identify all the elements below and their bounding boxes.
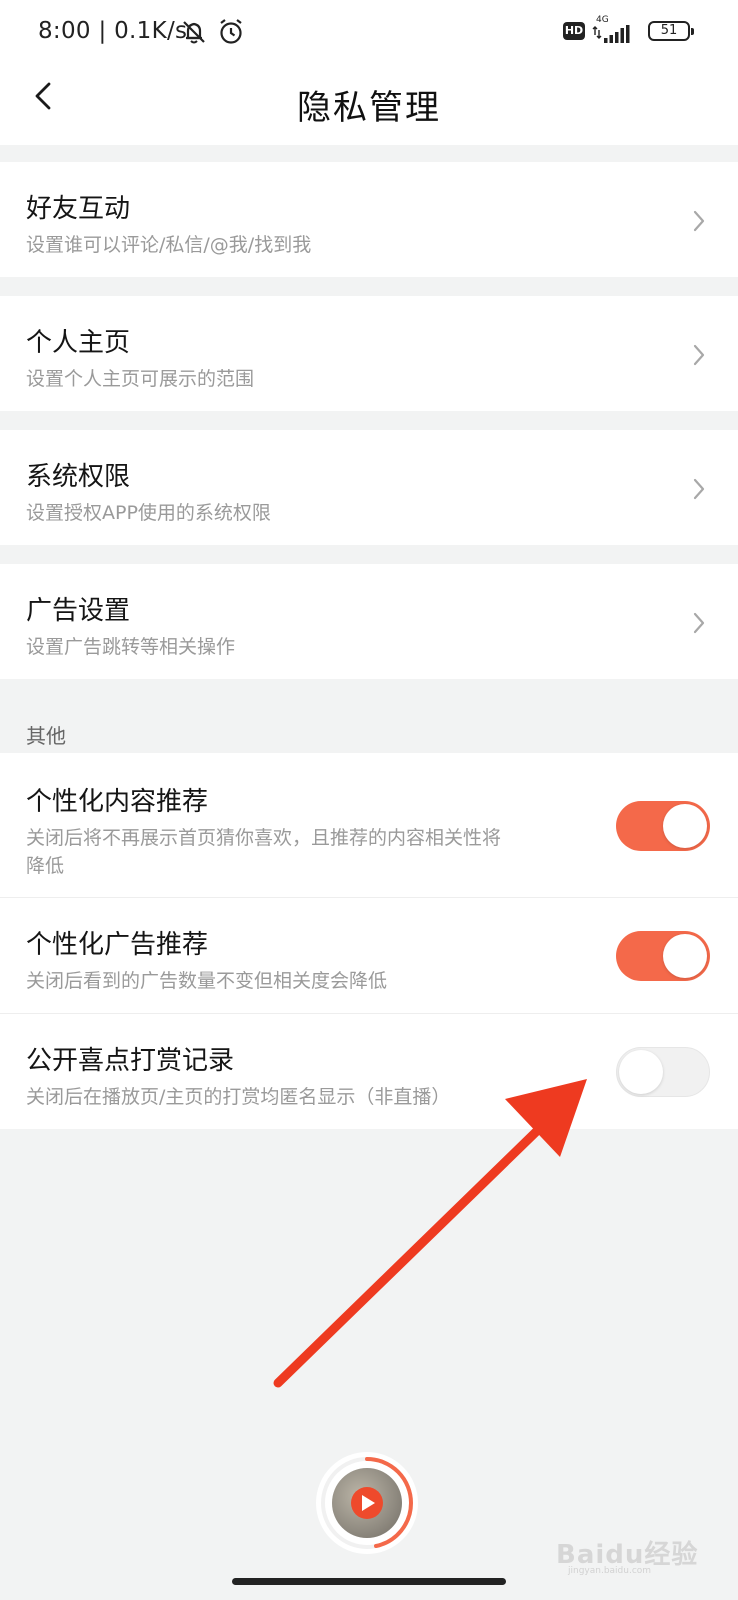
play-icon — [351, 1487, 383, 1519]
public-tip-records-toggle[interactable] — [616, 1047, 710, 1097]
setting-subtitle: 关闭后看到的广告数量不变但相关度会降低 — [26, 970, 388, 992]
setting-title: 个性化内容推荐 — [26, 787, 209, 817]
menu-item-title: 系统权限 — [26, 462, 131, 492]
menu-item-title: 广告设置 — [26, 596, 131, 626]
chevron-right-icon — [693, 612, 705, 634]
setting-title: 公开喜点打赏记录 — [26, 1046, 235, 1076]
setting-personalized-content: 个性化内容推荐 关闭后将不再展示首页猜你喜欢，且推荐的内容相关性将 降低 — [0, 753, 738, 897]
toggle-knob — [619, 1050, 663, 1094]
setting-subtitle-line2: 降低 — [26, 855, 65, 877]
chevron-right-icon — [693, 344, 705, 366]
menu-item-subtitle: 设置谁可以评论/私信/@我/找到我 — [26, 234, 312, 256]
setting-subtitle: 关闭后在播放页/主页的打赏均匿名显示（非直播） — [26, 1086, 451, 1108]
menu-item-system-permissions[interactable]: 系统权限 设置授权APP使用的系统权限 — [0, 430, 738, 545]
setting-subtitle-line1: 关闭后将不再展示首页猜你喜欢，且推荐的内容相关性将 — [26, 827, 502, 849]
menu-item-friend-interaction[interactable]: 好友互动 设置谁可以评论/私信/@我/找到我 — [0, 162, 738, 277]
chevron-right-icon — [693, 210, 705, 232]
menu-item-ad-settings[interactable]: 广告设置 设置广告跳转等相关操作 — [0, 564, 738, 679]
menu-item-subtitle: 设置授权APP使用的系统权限 — [26, 502, 271, 524]
home-indicator — [232, 1578, 506, 1585]
battery-indicator: 51 — [648, 21, 694, 41]
page-header: 隐私管理 — [0, 64, 738, 145]
alarm-clock-icon — [220, 19, 242, 44]
menu-item-title: 好友互动 — [26, 194, 131, 224]
toggle-knob — [663, 804, 707, 848]
menu-item-title: 个人主页 — [26, 328, 131, 358]
status-time: 8:00 | 0.1K/s — [38, 18, 188, 44]
floating-audio-player[interactable] — [316, 1452, 418, 1554]
status-bar: 8:00 | 0.1K/s HD 4G 51 — [0, 0, 738, 64]
menu-item-subtitle: 设置广告跳转等相关操作 — [26, 636, 236, 658]
signal-icon — [592, 25, 630, 43]
personalized-content-toggle[interactable] — [616, 801, 710, 851]
hd-badge: HD — [563, 22, 585, 40]
page-title: 隐私管理 — [297, 88, 441, 128]
section-label-other: 其他 — [26, 724, 66, 748]
setting-public-tip-records: 公开喜点打赏记录 关闭后在播放页/主页的打赏均匿名显示（非直播） — [0, 1014, 738, 1129]
personalized-ads-toggle[interactable] — [616, 931, 710, 981]
setting-title: 个性化广告推荐 — [26, 930, 209, 960]
watermark-url: jingyan.baidu.com — [568, 1566, 652, 1576]
mute-bell-icon — [183, 21, 205, 44]
setting-personalized-ads: 个性化广告推荐 关闭后看到的广告数量不变但相关度会降低 — [0, 898, 738, 1013]
toggle-knob — [663, 934, 707, 978]
menu-item-subtitle: 设置个人主页可展示的范围 — [26, 368, 255, 390]
menu-item-homepage[interactable]: 个人主页 设置个人主页可展示的范围 — [0, 296, 738, 411]
chevron-right-icon — [693, 478, 705, 500]
